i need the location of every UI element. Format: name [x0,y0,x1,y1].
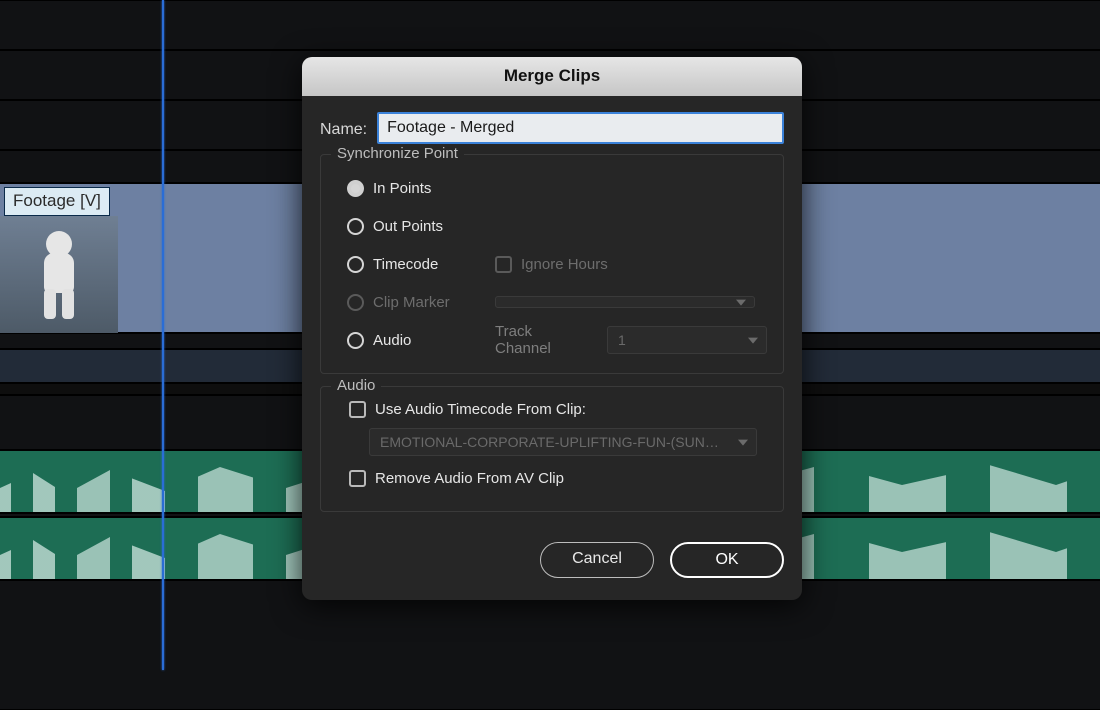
select-value: 1 [618,332,626,348]
radio-label: Out Points [373,218,443,235]
radio-timecode[interactable]: Timecode [347,256,495,273]
audio-legend: Audio [331,377,381,394]
track-empty [0,0,1100,50]
name-input[interactable] [377,112,784,144]
audio-group: Audio Use Audio Timecode From Clip: EMOT… [320,386,784,512]
sync-legend: Synchronize Point [331,145,464,162]
clip-marker-select[interactable] [495,296,755,308]
check-label: Use Audio Timecode From Clip: [375,401,586,418]
radio-out-points[interactable]: Out Points [347,218,495,235]
clip-thumbnail[interactable] [0,216,118,334]
radio-label: Clip Marker [373,294,450,311]
radio-label: In Points [373,180,431,197]
clip-label[interactable]: Footage [V] [4,187,110,216]
name-label: Name: [320,117,367,139]
ok-button[interactable]: OK [670,542,784,578]
chevron-down-icon [748,338,758,344]
synchronize-point-group: Synchronize Point In Points Out Points T… [320,154,784,374]
select-value: EMOTIONAL-CORPORATE-UPLIFTING-FUN-(SUN… [380,434,719,450]
track-channel-label: Track Channel [495,323,589,357]
astronaut-icon [38,231,80,319]
radio-audio[interactable]: Audio [347,332,495,349]
checkbox-remove-audio[interactable]: Remove Audio From AV Clip [349,470,767,487]
checkbox-ignore-hours[interactable]: Ignore Hours [495,256,608,273]
playhead[interactable] [162,0,164,670]
radio-in-points[interactable]: In Points [347,180,495,197]
radio-label: Audio [373,332,411,349]
radio-label: Timecode [373,256,438,273]
audio-clip-select[interactable]: EMOTIONAL-CORPORATE-UPLIFTING-FUN-(SUN… [369,428,757,456]
merge-clips-dialog: Merge Clips Name: Synchronize Point In P… [302,57,802,600]
checkbox-use-audio-tc[interactable]: Use Audio Timecode From Clip: [349,401,767,418]
check-label: Ignore Hours [521,256,608,273]
track-channel-select[interactable]: 1 [607,326,767,354]
cancel-button[interactable]: Cancel [540,542,654,578]
chevron-down-icon [736,300,746,306]
radio-clip-marker[interactable]: Clip Marker [347,294,495,311]
chevron-down-icon [738,440,748,446]
dialog-title: Merge Clips [302,57,802,96]
check-label: Remove Audio From AV Clip [375,470,564,487]
